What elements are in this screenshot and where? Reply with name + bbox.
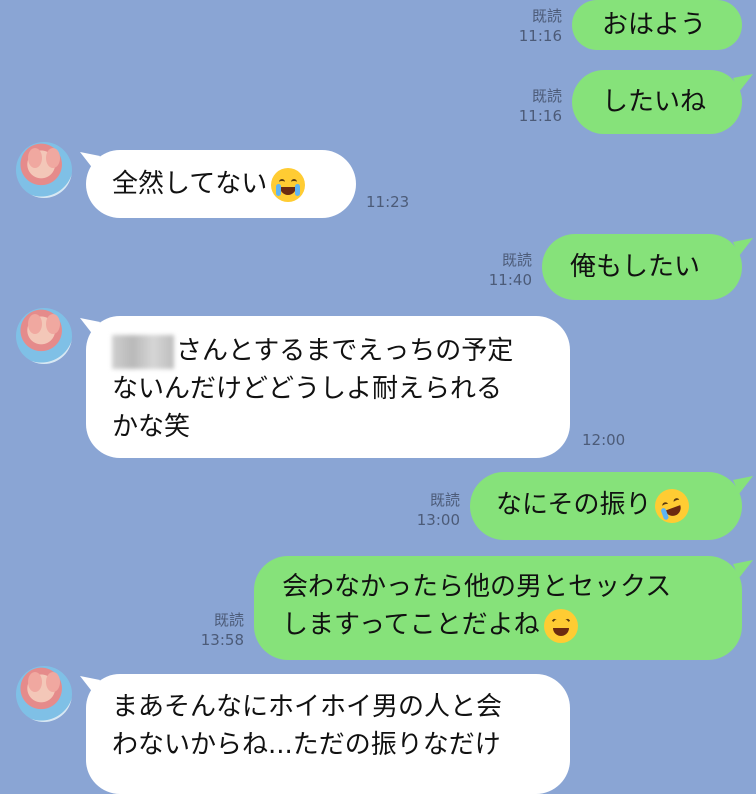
contact-avatar[interactable] (16, 666, 72, 722)
redacted-name (112, 334, 174, 369)
outgoing-message-bubble[interactable]: おはよう (572, 0, 742, 50)
message-line: わないからね...ただの振りなだけ (112, 730, 501, 760)
timestamp: 11:16 (518, 107, 562, 125)
contact-avatar[interactable] (16, 308, 72, 364)
message-line: ないんだけどどうしよ耐えられる (112, 374, 503, 404)
outgoing-message-bubble[interactable]: 会わなかったら他の男とセックス しますってことだよね (254, 556, 742, 660)
message-text: おはよう (602, 10, 707, 40)
message-line: かな笑 (112, 412, 191, 442)
timestamp: 11:23 (366, 193, 410, 211)
outgoing-message-bubble[interactable]: なにその振り (470, 472, 742, 540)
read-receipt: 既読 11:16 (508, 6, 562, 46)
bubble-tail (733, 476, 753, 494)
message-text: なにその振り (496, 490, 652, 520)
grinning-squinting-face-icon (543, 608, 578, 643)
read-receipt: 既読 11:40 (478, 250, 532, 290)
read-receipt: 既読 13:00 (406, 490, 460, 530)
timestamp: 11:16 (518, 27, 562, 45)
message-line: まあそんなにホイホイ男の人と会 (112, 692, 503, 722)
bubble-tail (733, 238, 753, 256)
timestamp: 12:00 (582, 431, 626, 449)
message-text: したいね (602, 87, 707, 117)
timestamp: 13:58 (200, 631, 244, 649)
read-receipt: 既読 13:58 (190, 610, 244, 650)
rolling-on-floor-laughing-icon (650, 483, 695, 528)
incoming-message-bubble[interactable]: 全然してない (86, 150, 356, 218)
incoming-message-bubble[interactable]: まあそんなにホイホイ男の人と会 わないからね...ただの振りなだけ (86, 674, 570, 794)
bubble-tail (733, 74, 753, 92)
contact-avatar[interactable] (16, 142, 72, 198)
outgoing-message-bubble[interactable]: したいね (572, 70, 742, 134)
message-line: 会わなかったら他の男とセックス (282, 572, 672, 602)
timestamp: 13:00 (416, 511, 460, 529)
message-line: しますってことだよね (282, 610, 540, 640)
message-text: 俺もしたい (570, 252, 701, 282)
incoming-message-bubble[interactable]: さんとするまでえっちの予定 ないんだけどどうしよ耐えられる かな笑 (86, 316, 570, 458)
outgoing-message-bubble[interactable]: 俺もしたい (542, 234, 742, 300)
message-text: 全然してない (112, 169, 268, 199)
bubble-tail (733, 560, 753, 578)
message-line: さんとするまでえっちの予定 (176, 336, 514, 366)
read-receipt: 既読 11:16 (508, 86, 562, 126)
loudly-crying-face-icon (271, 167, 306, 202)
timestamp: 11:40 (488, 271, 532, 289)
